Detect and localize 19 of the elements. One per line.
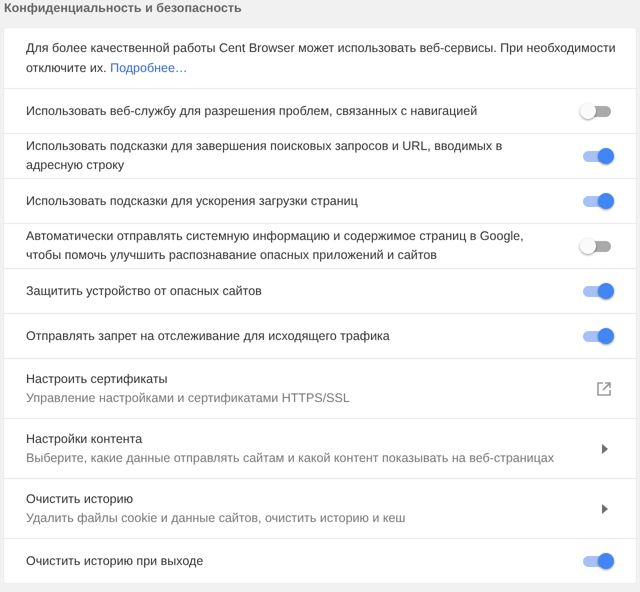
setting-label: Очистить историю xyxy=(26,490,134,508)
setting-label: Очистить историю при выходе xyxy=(26,552,204,570)
setting-label: Защитить устройство от опасных сайтов xyxy=(26,282,263,300)
section-title: Конфиденциальность и безопасность xyxy=(3,0,243,17)
setting-label: Настройки контента xyxy=(26,430,144,448)
setting-label: Отправлять запрет на отслеживание для исходящего трафика xyxy=(26,328,391,345)
setting-description: Удалить файлы cookie и данные сайтов, очистить историю и кеш xyxy=(26,510,406,527)
setting-description: Управление настройками и сертификатами HTTPS/SSL xyxy=(26,390,351,407)
learn-more-link[interactable]: Подробнее… xyxy=(110,61,188,75)
intro-text: Для более качественной работы Cent Browser может использовать веб-сервисы. При необходимости отключите их. Подробнее… xyxy=(26,40,616,77)
setting-label: Использовать подсказки для ускорения загрузки страниц xyxy=(26,192,359,210)
open-in-new-icon[interactable] xyxy=(596,380,612,396)
setting-label: Настроить сертификаты xyxy=(26,370,169,388)
setting-label: Использовать веб-службу для разрешения проблем, связанных с навигацией xyxy=(26,102,478,120)
setting-label: Использовать подсказки для завершения поисковых запросов и URL, вводимых в адресную строку xyxy=(26,138,504,174)
setting-description: Выберите, какие данные отправлять сайтам и какой контент показывать на веб-страницах xyxy=(26,450,555,467)
caret-icon[interactable] xyxy=(602,444,608,454)
caret-icon[interactable] xyxy=(602,504,608,514)
setting-label: Автоматически отправлять системную информацию и содержимое страниц в Google, чтобы помочь улучшить распознавание опасных приложений и сайтов xyxy=(26,228,525,264)
